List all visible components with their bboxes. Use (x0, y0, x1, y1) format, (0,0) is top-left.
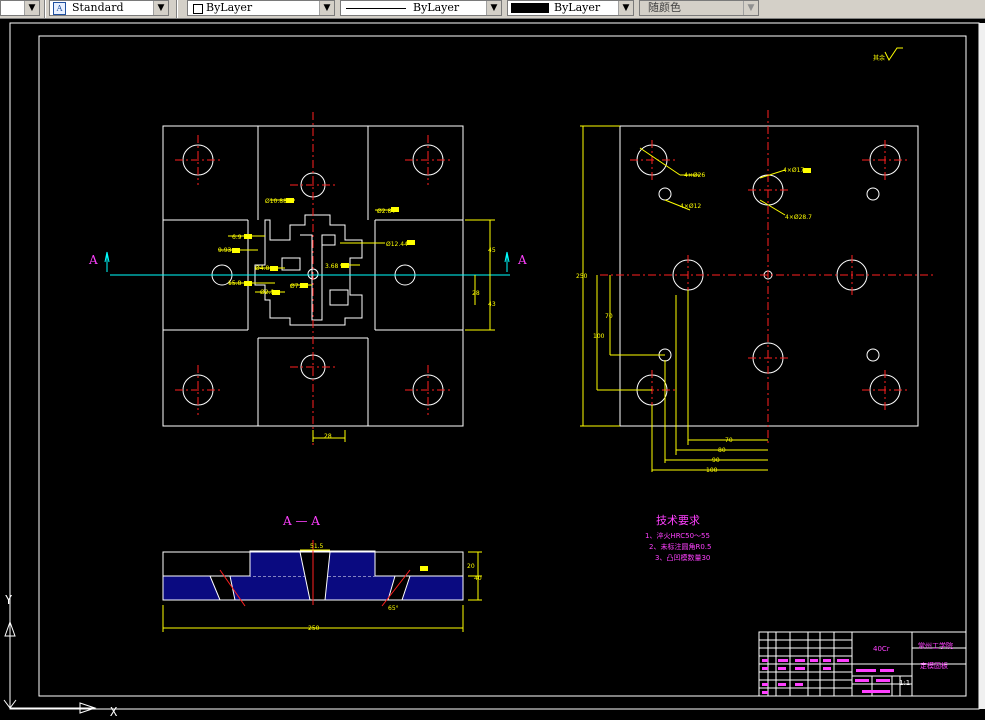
section-marker-right: A (517, 253, 527, 267)
chevron-down-icon: ▼ (153, 1, 168, 15)
side-view: 4×Ø26 4×Ø17 4×Ø12 4×Ø28.7 250 100 70 70 … (576, 110, 935, 474)
tech-req-item: 3、凸凹模数量30 (655, 553, 710, 562)
dim-label: 4×Ø28.7 (785, 214, 812, 221)
dim-label: 6.9 (232, 234, 242, 241)
dim-label: 40 (474, 575, 482, 582)
text-style-value: Standard (72, 1, 124, 14)
roughness-symbol: 其余 (873, 47, 903, 62)
dim-label: 100 (593, 333, 605, 340)
color-value: ByLayer (206, 1, 253, 14)
chevron-down-icon: ▼ (486, 1, 501, 15)
dim-label: 15.8 (228, 280, 242, 287)
text-style-icon: A (53, 2, 66, 15)
technical-requirements: 技术要求 1、淬火HRC50～55 2、未标注圆角R0.5 3、凸凹模数量30 (645, 514, 711, 562)
chevron-down-icon: ▼ (24, 1, 39, 15)
dim-label: 4×Ø17 (783, 167, 804, 174)
section-view: A — A 51.5 250 20 40 65° (162, 514, 482, 632)
toolbar-separator (176, 0, 178, 18)
ucs-icon (3, 620, 97, 714)
plot-style-value: 随颜色 (648, 1, 681, 14)
dim-label: 3.68 (325, 263, 339, 270)
dim-label: 20 (467, 563, 475, 570)
dim-label: 80 (718, 447, 726, 454)
title-block-scale: 1:1 (899, 679, 910, 687)
ucs-x-label: X (110, 705, 118, 719)
toolbar-separator (44, 0, 46, 18)
linetype-dropdown[interactable]: ByLayer ▼ (340, 0, 502, 16)
layer-dropdown-tail[interactable]: ▼ (0, 0, 40, 16)
drawing-canvas[interactable]: 其余 Ø10.88 Ø2.84 6.9 Ø12.44 9.93 Ø4.8 3.6… (0, 19, 985, 720)
lineweight-value: ByLayer (554, 1, 601, 14)
dim-label: Ø10.88 (265, 198, 287, 205)
chevron-down-icon: ▼ (618, 1, 633, 15)
dim-label: 100 (706, 467, 718, 474)
title-block-school: 常州工学院 (918, 641, 953, 650)
color-dropdown[interactable]: ByLayer ▼ (187, 0, 335, 16)
properties-toolbar: ▼ A Standard ▼ ByLayer ▼ ByLayer ▼ ByLay… (0, 0, 985, 19)
color-swatch-icon (193, 4, 203, 14)
tech-req-item: 2、未标注圆角R0.5 (649, 542, 711, 551)
dim-label: 70 (605, 313, 613, 320)
dim-label: 250 (308, 625, 320, 632)
lineweight-preview-icon (511, 3, 549, 13)
dim-label: Ø12.44 (386, 241, 408, 248)
chevron-down-icon: ▼ (743, 1, 758, 15)
title-block-material: 40Cr (873, 645, 890, 653)
dim-label: 90 (712, 457, 720, 464)
dim-label: 65° (388, 605, 399, 612)
dim-label: 43 (488, 301, 496, 308)
dim-label: 45 (488, 247, 496, 254)
chevron-down-icon: ▼ (319, 1, 334, 15)
text-style-dropdown[interactable]: A Standard ▼ (49, 0, 169, 16)
scroll-edge (979, 23, 985, 709)
roughness-text: 其余 (873, 54, 885, 62)
title-block: 40Cr 常州工学院 定模固板 1:1 (758, 631, 967, 697)
dim-label: 51.5 (310, 543, 324, 550)
front-view: Ø10.88 Ø2.84 6.9 Ø12.44 9.93 Ø4.8 3.68 1… (88, 112, 527, 448)
linetype-preview-icon (346, 8, 406, 9)
dim-label: 4×Ø26 (684, 172, 705, 179)
dim-label: 28 (324, 433, 332, 440)
dim-label: 70 (725, 437, 733, 444)
dim-label: 9.93 (218, 247, 232, 254)
dim-label: 28 (472, 290, 480, 297)
section-marker-left: A (88, 253, 98, 267)
section-title: A — A (282, 514, 320, 528)
dim-label: 250 (576, 273, 588, 280)
tech-req-item: 1、淬火HRC50～55 (645, 531, 710, 540)
lineweight-dropdown[interactable]: ByLayer ▼ (507, 0, 634, 16)
plot-style-dropdown[interactable]: 随颜色 ▼ (639, 0, 759, 16)
ucs-y-label: Y (5, 593, 13, 607)
dim-label: 4×Ø12 (680, 203, 701, 210)
tech-req-title: 技术要求 (656, 514, 700, 527)
linetype-value: ByLayer (413, 1, 460, 14)
title-block-part-name: 定模固板 (920, 661, 948, 670)
dim-label: Ø4.8 (255, 265, 269, 272)
